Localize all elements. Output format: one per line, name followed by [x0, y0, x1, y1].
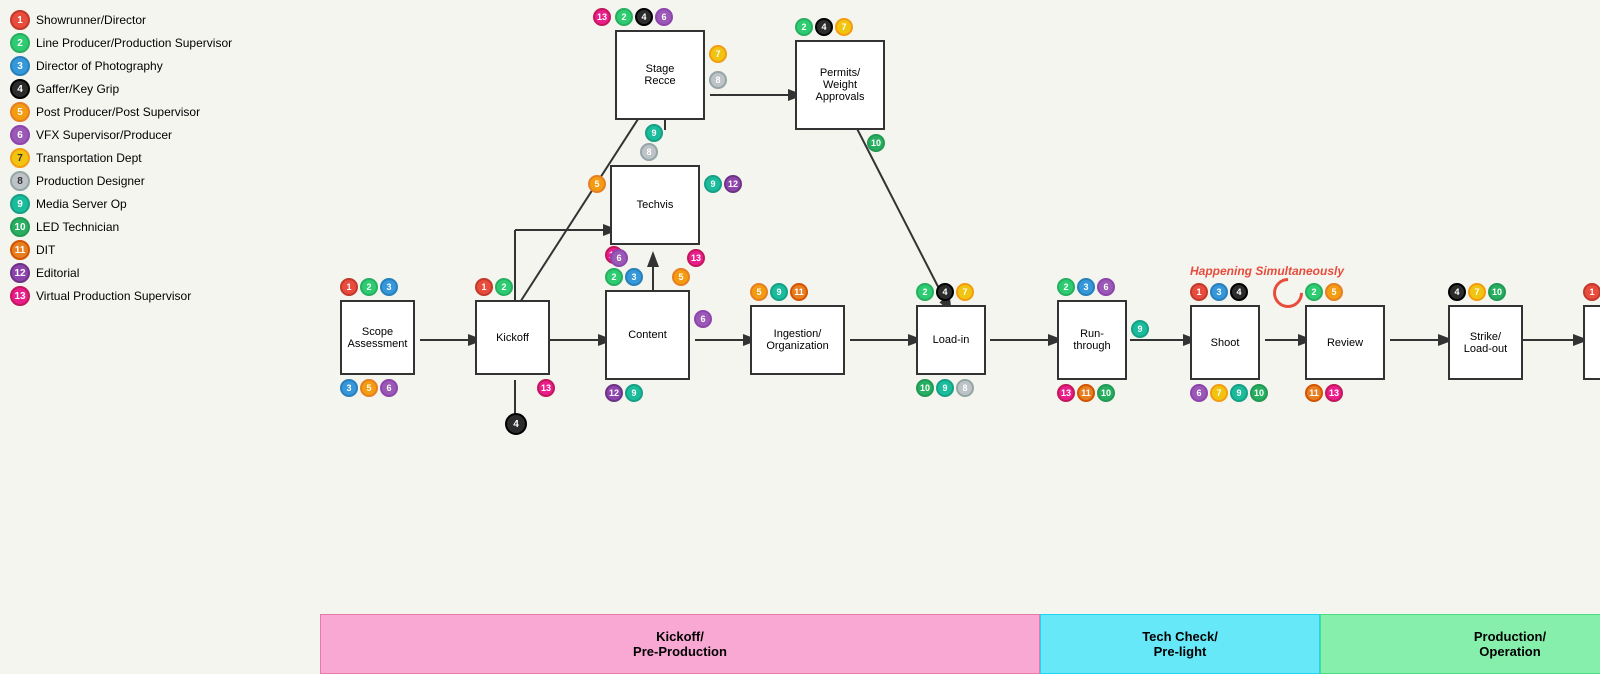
- runthrough-node: 2 3 6 9 13 11 10 Run- through: [1057, 300, 1127, 380]
- badge-3: 3: [10, 56, 30, 76]
- shoot-box: Shoot: [1190, 305, 1260, 380]
- scope-badge-6: 6: [380, 379, 398, 397]
- stage-recce-label: Stage Recce: [644, 63, 675, 87]
- legend-label-6: VFX Supervisor/Producer: [36, 128, 172, 142]
- review-label: Review: [1327, 337, 1363, 349]
- shoot-label: Shoot: [1211, 337, 1240, 349]
- legend-item-5: 5 Post Producer/Post Supervisor: [10, 102, 232, 122]
- scope-badge-2: 2: [360, 278, 378, 296]
- badge-9: 9: [10, 194, 30, 214]
- techvis-node: 8 9 12 13 5 6 Techvis: [610, 165, 700, 245]
- permits-box: Permits/ Weight Approvals: [795, 40, 885, 130]
- fixes-box: Fixes if needed: [1583, 305, 1600, 380]
- runthrough-box: Run- through: [1057, 300, 1127, 380]
- legend-item-13: 13 Virtual Production Supervisor: [10, 286, 232, 306]
- phase-bars: Kickoff/Pre-Production Tech Check/Pre-li…: [320, 614, 1600, 674]
- legend-item-2: 2 Line Producer/Production Supervisor: [10, 33, 232, 53]
- kickoff-node: 1 2 13 Kickoff 4: [475, 300, 550, 375]
- happening-label: Happening Simultaneously: [1190, 264, 1344, 278]
- legend-item-4: 4 Gaffer/Key Grip: [10, 79, 232, 99]
- scope-badge-5: 5: [360, 379, 378, 397]
- legend-label-4: Gaffer/Key Grip: [36, 82, 119, 96]
- badge-13: 13: [10, 286, 30, 306]
- phase-production: Production/Operation: [1320, 614, 1600, 674]
- content-box: Content: [605, 290, 690, 380]
- badge-10: 10: [10, 217, 30, 237]
- badge-1: 1: [10, 10, 30, 30]
- scope-box: Scope Assessment: [340, 300, 415, 375]
- shoot-node: 1 3 4 6 7 9 10 Shoot: [1190, 305, 1260, 380]
- loadin-node: 2 4 7 10 9 8 Load-in: [916, 305, 986, 375]
- kickoff-label: Kickoff: [496, 332, 529, 344]
- techvis-label: Techvis: [637, 199, 674, 211]
- legend-item-12: 12 Editorial: [10, 263, 232, 283]
- stage-recce-node: 2 4 6 7 9 13 8 Stage Recce: [615, 30, 705, 120]
- scope-badge-3b: 3: [340, 379, 358, 397]
- kickoff-box: Kickoff: [475, 300, 550, 375]
- scope-badge-1: 1: [340, 278, 358, 296]
- strike-label: Strike/ Load-out: [1464, 331, 1507, 355]
- strike-box: Strike/ Load-out: [1448, 305, 1523, 380]
- legend-label-3: Director of Photography: [36, 59, 163, 73]
- content-label: Content: [628, 329, 667, 341]
- legend-label-10: LED Technician: [36, 220, 119, 234]
- ingestion-label: Ingestion/ Organization: [766, 328, 828, 352]
- scope-badge-3: 3: [380, 278, 398, 296]
- permits-label: Permits/ Weight Approvals: [816, 67, 865, 103]
- badge-7: 7: [10, 148, 30, 168]
- legend-item-11: 11 DIT: [10, 240, 232, 260]
- legend-item-7: 7 Transportation Dept: [10, 148, 232, 168]
- strike-node: 4 7 10 Strike/ Load-out: [1448, 305, 1523, 380]
- badge-4: 4: [10, 79, 30, 99]
- phase-techcheck: Tech Check/Pre-light: [1040, 614, 1320, 674]
- phase-production-label: Production/Operation: [1474, 629, 1546, 659]
- legend: 1 Showrunner/Director 2 Line Producer/Pr…: [10, 10, 232, 309]
- loadin-box: Load-in: [916, 305, 986, 375]
- legend-label-1: Showrunner/Director: [36, 13, 146, 27]
- legend-item-10: 10 LED Technician: [10, 217, 232, 237]
- legend-label-12: Editorial: [36, 266, 79, 280]
- happening-simultaneously: Happening Simultaneously: [1190, 262, 1344, 280]
- legend-label-5: Post Producer/Post Supervisor: [36, 105, 200, 119]
- legend-item-3: 3 Director of Photography: [10, 56, 232, 76]
- scope-label: Scope Assessment: [348, 326, 408, 350]
- loadin-label: Load-in: [933, 334, 970, 346]
- content-node: 2 3 5 6 12 9 13 Content: [605, 290, 690, 380]
- runthrough-label: Run- through: [1073, 328, 1110, 352]
- phase-kickoff-label: Kickoff/Pre-Production: [633, 629, 727, 659]
- legend-item-6: 6 VFX Supervisor/Producer: [10, 125, 232, 145]
- stage-recce-box: Stage Recce: [615, 30, 705, 120]
- badge-2: 2: [10, 33, 30, 53]
- legend-label-8: Production Designer: [36, 174, 145, 188]
- fixes-node: 1 2 5 6 12 Fixes if needed: [1583, 305, 1600, 380]
- techvis-box: Techvis: [610, 165, 700, 245]
- badge-5: 5: [10, 102, 30, 122]
- legend-label-9: Media Server Op: [36, 197, 127, 211]
- review-box: Review: [1305, 305, 1385, 380]
- legend-label-7: Transportation Dept: [36, 151, 142, 165]
- legend-item-1: 1 Showrunner/Director: [10, 10, 232, 30]
- scope-assessment-node: 1 2 3 3 5 6 Scope Assessment: [340, 300, 415, 375]
- review-node: 2 5 11 13 Review: [1305, 305, 1385, 380]
- ingestion-node: 5 9 11 Ingestion/ Organization: [750, 305, 845, 375]
- phase-techcheck-label: Tech Check/Pre-light: [1142, 629, 1218, 659]
- badge-6: 6: [10, 125, 30, 145]
- permits-node: 2 4 7 10 Permits/ Weight Approvals: [795, 40, 885, 130]
- legend-item-8: 8 Production Designer: [10, 171, 232, 191]
- badge-11: 11: [10, 240, 30, 260]
- legend-item-9: 9 Media Server Op: [10, 194, 232, 214]
- ingestion-box: Ingestion/ Organization: [750, 305, 845, 375]
- badge-12: 12: [10, 263, 30, 283]
- badge-8: 8: [10, 171, 30, 191]
- legend-label-11: DIT: [36, 243, 55, 257]
- phase-kickoff: Kickoff/Pre-Production: [320, 614, 1040, 674]
- legend-label-2: Line Producer/Production Supervisor: [36, 36, 232, 50]
- legend-label-13: Virtual Production Supervisor: [36, 289, 191, 303]
